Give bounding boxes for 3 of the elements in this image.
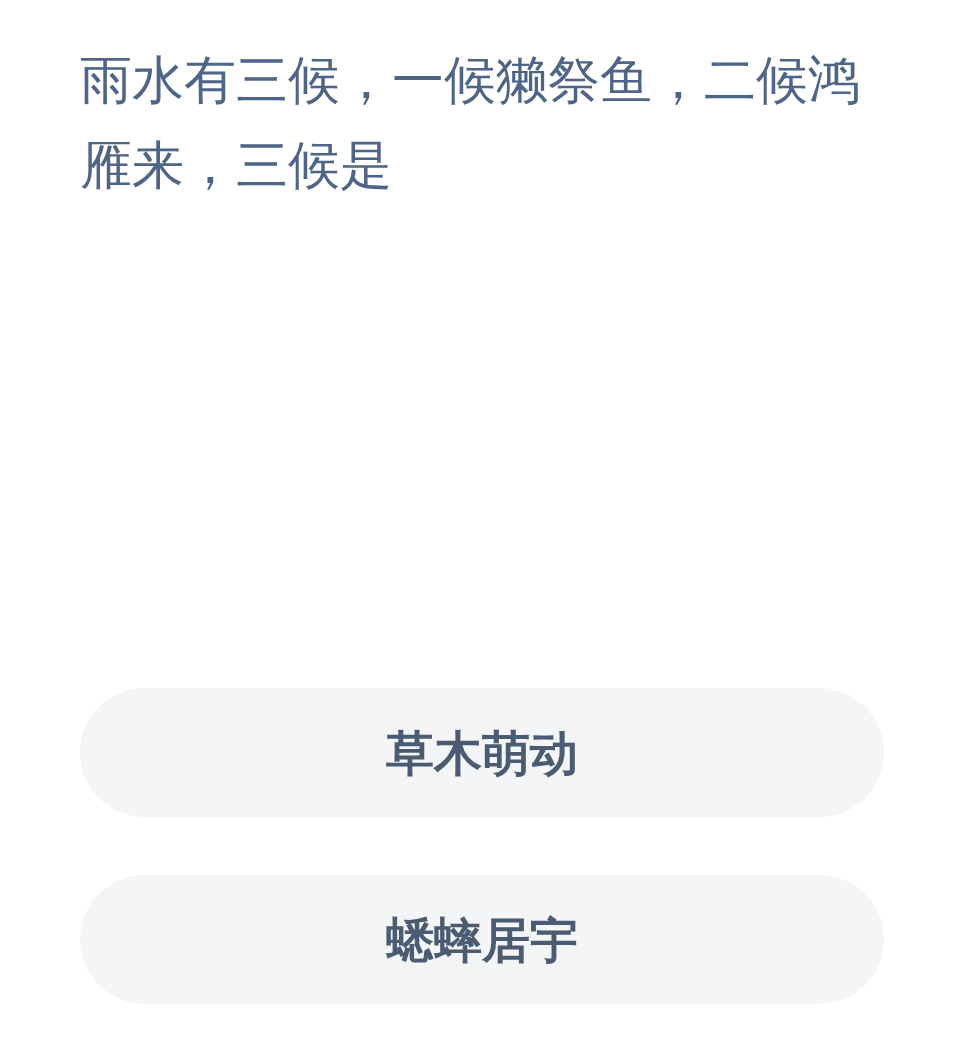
question-text: 雨水有三候，一候獭祭鱼，二候鸿雁来，三候是	[80, 49, 861, 197]
answer-option[interactable]: 草木萌动	[80, 688, 884, 817]
answer-option[interactable]: 蟋蟀居宇	[80, 875, 884, 1004]
